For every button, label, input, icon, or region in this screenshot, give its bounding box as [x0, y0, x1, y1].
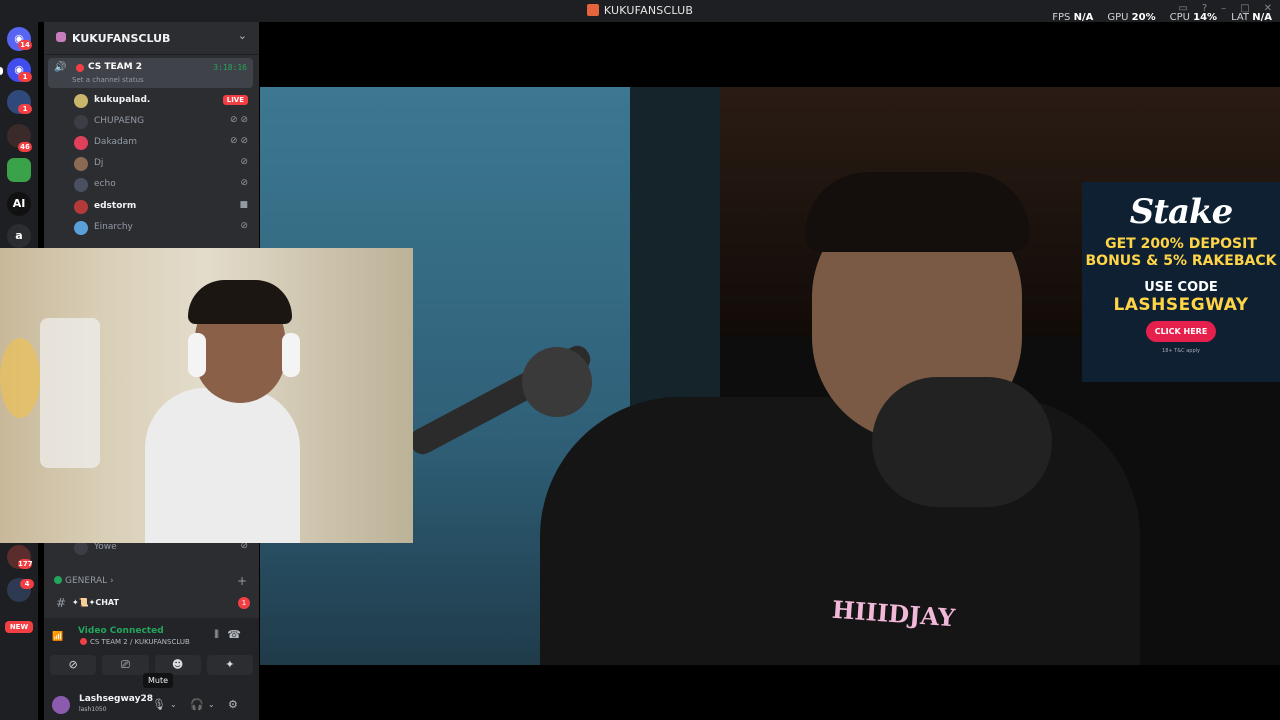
muted-deafened-icon: ⊘ ⊘ — [230, 115, 248, 125]
voice-channel-cs-team-2[interactable]: 🔊 CS TEAM 2 3:18:16 Set a channel status — [48, 58, 253, 88]
headphones-left — [188, 333, 206, 377]
headphones-right — [282, 333, 300, 377]
server-header[interactable]: KUKUFANSCLUB ⌄ — [44, 22, 259, 55]
chevron-down-icon[interactable]: ⌄ — [208, 700, 215, 709]
ad-fine-print: 18+ T&C apply — [1162, 348, 1200, 354]
server-badge-2: 1 — [18, 104, 32, 114]
connection-status: Video Connected — [78, 626, 164, 636]
noise-suppression-icon[interactable]: ⦀ — [214, 628, 219, 642]
stake-logo: Stake — [1129, 192, 1233, 232]
server-icon — [56, 32, 66, 42]
disconnect-icon[interactable]: ☎ — [227, 628, 241, 641]
server-icon-ai[interactable]: AI — [7, 192, 31, 216]
channel-emoji-icon — [76, 64, 84, 72]
speaker-icon: 🔊 — [54, 62, 67, 73]
new-badge: NEW — [5, 621, 33, 633]
voice-channel-name: CS TEAM 2 — [88, 62, 142, 72]
server-badge-1: 1 — [18, 72, 32, 82]
cpu-stat: CPU 14% — [1169, 12, 1218, 23]
fps-stat: FPS N/A — [1052, 12, 1094, 23]
muted-deafened-icon: ⊘ ⊘ — [230, 136, 248, 146]
member-name: kukupalad. — [94, 95, 151, 105]
member-kukupalad[interactable]: kukupalad. LIVE — [74, 92, 254, 110]
avatar — [74, 541, 88, 555]
server-badge-3: 46 — [18, 142, 32, 152]
category-name: GENERAL — [65, 576, 108, 586]
chevron-down-icon[interactable]: ⌄ — [170, 700, 177, 709]
home-badge: 14 — [18, 40, 32, 50]
hash-icon: # — [56, 596, 67, 610]
muted-icon: ⊘ — [240, 157, 248, 167]
performance-stats: FPS N/A GPU 20% CPU 14% LAT N/A — [1052, 12, 1272, 23]
member-echo[interactable]: echo ⊘ — [74, 176, 254, 194]
person-hair — [188, 280, 292, 324]
text-channel-chat[interactable]: # ✦📜✦CHAT 1 — [54, 596, 250, 612]
ad-use-code: USE CODE — [1144, 280, 1218, 295]
ad-code: LASHSEGWAY — [1113, 295, 1249, 315]
chevron-down-icon[interactable]: ⌄ — [238, 29, 247, 42]
member-name: edstorm — [94, 201, 137, 211]
camera-icon: ■ — [239, 200, 248, 210]
avatar[interactable] — [52, 696, 70, 714]
member-name: Einarchy — [94, 222, 133, 232]
username: Lashsegway28 — [79, 694, 153, 704]
latency-stat: LAT N/A — [1231, 12, 1272, 23]
podcast-mic — [872, 377, 1052, 507]
connection-subtitle: CS TEAM 2 / KUKUFANSCLUB — [80, 638, 190, 646]
member-name: CHUPAENG — [94, 116, 145, 126]
avatar — [74, 94, 88, 108]
category-general[interactable]: GENERAL › — [54, 576, 114, 586]
gear-icon[interactable]: ⚙ — [228, 698, 238, 711]
person-shirt — [145, 388, 300, 543]
muted-icon: ⊘ — [240, 221, 248, 231]
handheld-mic — [522, 347, 592, 417]
user-tag: lash1050 — [79, 706, 107, 713]
member-dj[interactable]: Dj ⊘ — [74, 155, 254, 173]
avatar — [74, 221, 88, 235]
server-badge-5: 4 — [20, 579, 34, 589]
headphones-icon[interactable]: 🎧 — [190, 698, 204, 711]
background-chair — [40, 318, 100, 468]
mute-tooltip: Mute — [143, 673, 174, 688]
avatar — [74, 200, 88, 214]
streamer-hair — [805, 172, 1030, 252]
stake-ad-banner[interactable]: Stake GET 200% DEPOSIT BONUS & 5% RAKEBA… — [1082, 182, 1280, 382]
member-einarchy[interactable]: Einarchy ⊘ — [74, 219, 254, 237]
avatar — [74, 115, 88, 129]
window-title-text: KUKUFANSCLUB — [603, 4, 694, 17]
member-name: Dakadam — [94, 137, 138, 147]
category-emoji-icon — [54, 576, 62, 584]
gpu-stat: GPU 20% — [1107, 12, 1156, 23]
add-channel-icon[interactable]: + — [237, 574, 247, 588]
member-edstorm[interactable]: edstorm ■ — [74, 198, 254, 216]
voice-timer: 3:18:16 — [213, 63, 247, 72]
muted-icon: ⊘ — [240, 178, 248, 188]
unread-badge: 1 — [238, 597, 250, 609]
avatar — [74, 157, 88, 171]
channel-status-input[interactable]: Set a channel status — [72, 76, 144, 84]
avatar — [74, 178, 88, 192]
avatar — [74, 136, 88, 150]
app-icon — [586, 4, 599, 16]
signal-icon[interactable]: 📶 — [52, 632, 63, 642]
ad-promo: GET 200% DEPOSIT BONUS & 5% RAKEBACK — [1085, 236, 1277, 269]
server-name: KUKUFANSCLUB — [72, 32, 171, 45]
member-name: Yowe — [94, 542, 117, 552]
server-icon-pepe[interactable] — [7, 158, 31, 182]
selected-pill — [0, 67, 3, 75]
ad-click-button[interactable]: CLICK HERE — [1145, 321, 1217, 342]
live-badge: LIVE — [222, 95, 248, 105]
server-badge-4: 177 — [18, 559, 33, 569]
text-channel-name: ✦📜✦CHAT — [72, 598, 119, 607]
microphone-icon[interactable]: 🎙 — [152, 698, 166, 711]
server-icon-a[interactable]: a — [7, 224, 31, 248]
member-name: Dj — [94, 158, 104, 168]
member-chupaeng[interactable]: CHUPAENG ⊘ ⊘ — [74, 113, 254, 131]
background-lamp — [0, 338, 40, 418]
channel-emoji-icon — [80, 638, 87, 645]
webcam-overlay[interactable] — [0, 248, 413, 543]
member-dakadam[interactable]: Dakadam ⊘ ⊘ — [74, 134, 254, 152]
member-name: echo — [94, 179, 116, 189]
